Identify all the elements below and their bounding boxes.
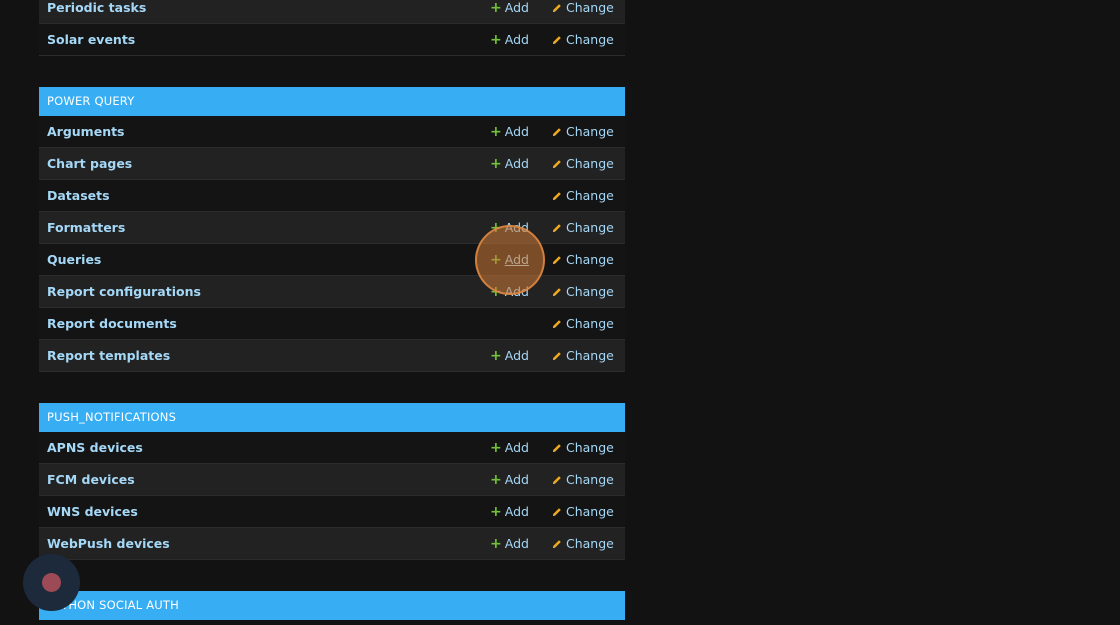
table-row: Arguments + Add Change (39, 116, 625, 148)
add-link[interactable]: + Add (490, 464, 529, 496)
change-link[interactable]: Change (552, 340, 614, 371)
change-link[interactable]: Change (552, 180, 614, 211)
add-link[interactable]: + Add (490, 244, 529, 276)
plus-icon: + (490, 536, 502, 552)
table-row: Periodic tasks + Add Change (39, 0, 625, 24)
plus-icon: + (490, 124, 502, 140)
add-link[interactable]: + Add (490, 0, 529, 24)
add-link[interactable]: + Add (490, 212, 529, 244)
plus-icon: + (490, 32, 502, 48)
change-link[interactable]: Change (552, 148, 614, 179)
model-link-periodic-tasks[interactable]: Periodic tasks (47, 0, 146, 23)
plus-icon: + (490, 220, 502, 236)
table-row: Report templates + Add Change (39, 340, 625, 372)
change-link[interactable]: Change (552, 116, 614, 147)
table-row: Datasets Change (39, 180, 625, 212)
model-link-datasets[interactable]: Datasets (47, 180, 110, 211)
module-header[interactable]: PUSH_NOTIFICATIONS (39, 403, 625, 432)
model-link-chart-pages[interactable]: Chart pages (47, 148, 132, 179)
pencil-icon (553, 36, 561, 44)
change-link[interactable]: Change (552, 432, 614, 463)
table-row: WNS devices + Add Change (39, 496, 625, 528)
model-link-fcm-devices[interactable]: FCM devices (47, 464, 135, 495)
plus-icon: + (490, 504, 502, 520)
pencil-icon (553, 128, 561, 136)
table-row: Report documents Change (39, 308, 625, 340)
model-link-wns-devices[interactable]: WNS devices (47, 496, 138, 527)
model-link-report-configurations[interactable]: Report configurations (47, 276, 201, 307)
change-link[interactable]: Change (552, 528, 614, 559)
plus-icon: + (490, 0, 502, 16)
model-link-apns-devices[interactable]: APNS devices (47, 432, 143, 463)
model-link-formatters[interactable]: Formatters (47, 212, 125, 243)
pencil-icon (553, 224, 561, 232)
plus-icon: + (490, 348, 502, 364)
add-link[interactable]: + Add (490, 276, 529, 308)
add-link[interactable]: + Add (490, 116, 529, 148)
pencil-icon (553, 508, 561, 516)
change-link[interactable]: Change (552, 212, 614, 243)
module-header[interactable]: PYTHON SOCIAL AUTH (39, 591, 625, 620)
change-link[interactable]: Change (552, 308, 614, 339)
plus-icon: + (490, 252, 502, 268)
record-button[interactable] (23, 554, 80, 611)
module-push-notifications: PUSH_NOTIFICATIONS APNS devices + Add Cha… (39, 403, 625, 560)
add-link[interactable]: + Add (490, 432, 529, 464)
pencil-icon (553, 256, 561, 264)
plus-icon: + (490, 284, 502, 300)
plus-icon: + (490, 156, 502, 172)
model-link-queries[interactable]: Queries (47, 244, 101, 275)
record-icon (42, 573, 61, 592)
table-row: Report configurations + Add Change (39, 276, 625, 308)
model-link-solar-events[interactable]: Solar events (47, 24, 135, 55)
pencil-icon (553, 320, 561, 328)
pencil-icon (553, 476, 561, 484)
module-header[interactable]: POWER QUERY (39, 87, 625, 116)
model-link-report-documents[interactable]: Report documents (47, 308, 177, 339)
pencil-icon (553, 288, 561, 296)
table-row: WebPush devices + Add Change (39, 528, 625, 560)
pencil-icon (553, 444, 561, 452)
change-link[interactable]: Change (552, 276, 614, 307)
model-link-arguments[interactable]: Arguments (47, 116, 125, 147)
pencil-icon (553, 4, 561, 12)
change-link[interactable]: Change (552, 496, 614, 527)
plus-icon: + (490, 472, 502, 488)
module-top: Periodic tasks + Add Change Solar events … (39, 0, 625, 56)
module-power-query: POWER QUERY Arguments + Add Change Chart … (39, 87, 625, 372)
plus-icon: + (490, 440, 502, 456)
model-link-report-templates[interactable]: Report templates (47, 340, 170, 371)
add-link[interactable]: + Add (490, 528, 529, 560)
change-link[interactable]: Change (552, 24, 614, 55)
table-row: APNS devices + Add Change (39, 432, 625, 464)
table-row: Solar events + Add Change (39, 24, 625, 56)
change-link[interactable]: Change (552, 244, 614, 275)
pencil-icon (553, 540, 561, 548)
pencil-icon (553, 160, 561, 168)
change-link[interactable]: Change (552, 0, 614, 23)
module-python-social-auth: PYTHON SOCIAL AUTH (39, 591, 625, 620)
change-link[interactable]: Change (552, 464, 614, 495)
table-row: FCM devices + Add Change (39, 464, 625, 496)
pencil-icon (553, 192, 561, 200)
add-link[interactable]: + Add (490, 148, 529, 180)
table-row: Formatters + Add Change (39, 212, 625, 244)
pencil-icon (553, 352, 561, 360)
model-link-webpush-devices[interactable]: WebPush devices (47, 528, 170, 559)
table-row: Queries + Add Change (39, 244, 625, 276)
admin-page: Periodic tasks + Add Change Solar events … (0, 0, 1120, 625)
add-link[interactable]: + Add (490, 24, 529, 56)
table-row: Chart pages + Add Change (39, 148, 625, 180)
add-link[interactable]: + Add (490, 340, 529, 372)
add-link[interactable]: + Add (490, 496, 529, 528)
